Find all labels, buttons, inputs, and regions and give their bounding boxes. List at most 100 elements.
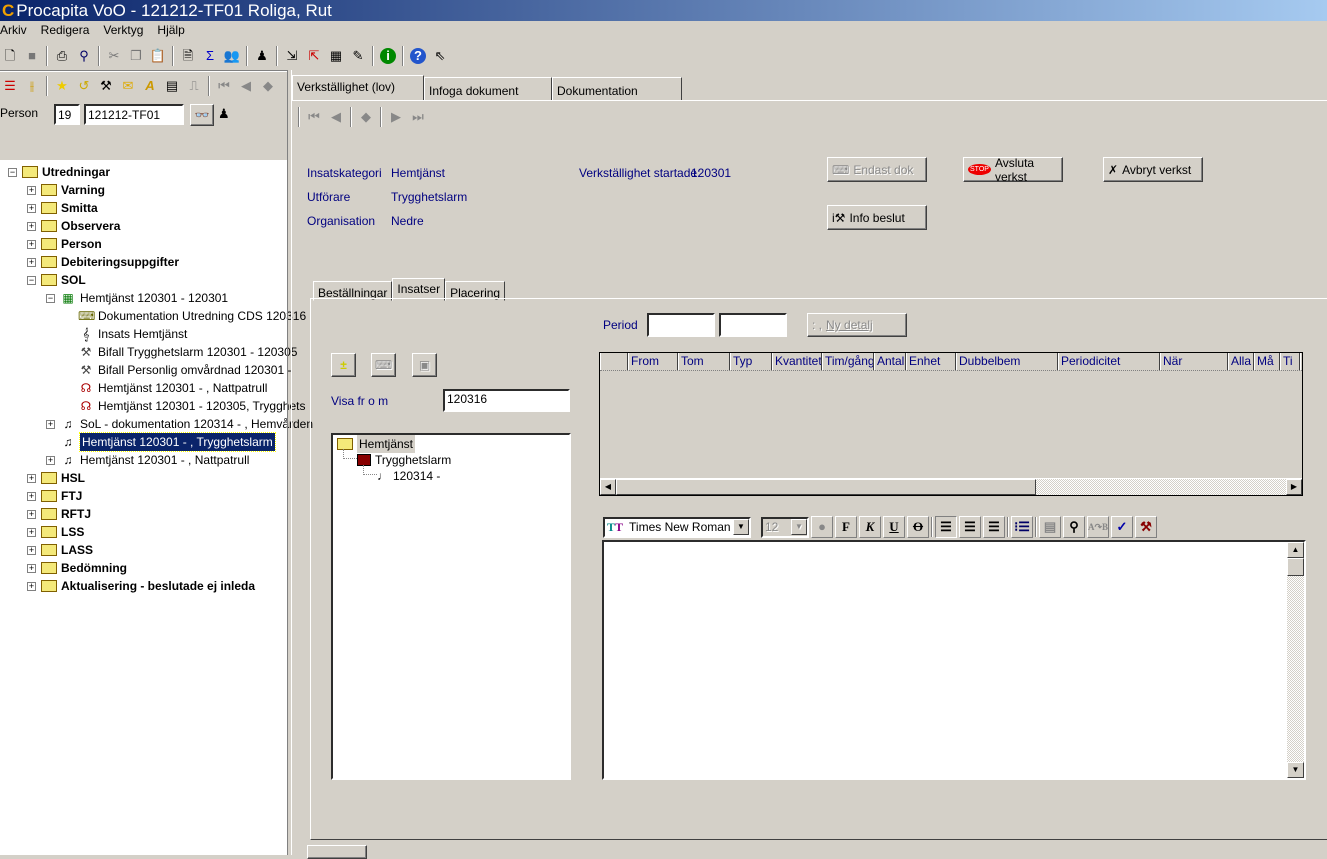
info-icon[interactable]: i: [380, 48, 396, 64]
column-header[interactable]: När: [1160, 353, 1228, 370]
expand-icon[interactable]: +: [27, 510, 36, 519]
document-icon[interactable]: 🗎: [180, 48, 196, 64]
first-record-icon[interactable]: ⏮: [306, 109, 322, 125]
navigation-tree[interactable]: − Utredningar + Varning + Smitta + Observera + Pe…: [0, 160, 313, 855]
star-icon[interactable]: ★: [54, 78, 70, 94]
scroll-thumb[interactable]: [616, 479, 1036, 495]
copy-icon[interactable]: ❐: [128, 48, 144, 64]
sum-icon[interactable]: Σ: [202, 48, 218, 64]
person-icon[interactable]: ♟: [254, 48, 270, 64]
tree-item[interactable]: ⌨ Dokumentation Utredning CDS 120316: [78, 307, 306, 325]
tree-item[interactable]: LSS: [41, 523, 84, 541]
tab-infoga-dokument[interactable]: Infoga dokument: [424, 77, 552, 101]
tools-button[interactable]: ⚒: [1135, 516, 1157, 538]
tree-item[interactable]: RFTJ: [41, 505, 91, 523]
tree-item[interactable]: Varning: [41, 181, 105, 199]
column-header[interactable]: Kvantitet: [772, 353, 822, 370]
visa-from-field[interactable]: 120316: [443, 389, 570, 412]
people-icon[interactable]: 👥: [224, 48, 240, 64]
chevron-down-icon[interactable]: ▼: [733, 519, 749, 535]
endast-dok-button[interactable]: ⌨ Endast dok: [827, 157, 927, 182]
tree-item[interactable]: HSL: [41, 469, 85, 487]
column-header[interactable]: Må: [1254, 353, 1280, 370]
menu-redigera[interactable]: Redigera: [41, 23, 90, 37]
ny-detalj-button[interactable]: : , Ny detalj: [807, 313, 907, 337]
expand-icon[interactable]: +: [27, 582, 36, 591]
scroll-thumb[interactable]: [1287, 558, 1304, 576]
undo-icon[interactable]: ↺: [76, 78, 92, 94]
tree-item[interactable]: ♫ Hemtjänst 120301 - , Trygghetslarm: [60, 432, 276, 452]
column-header[interactable]: From: [628, 353, 678, 370]
filter-icon[interactable]: ⫲: [24, 78, 40, 94]
tab-verkstallighet[interactable]: Verkställighet (lov): [292, 75, 424, 101]
collapse-icon[interactable]: −: [46, 294, 55, 303]
scroll-down-icon[interactable]: ▼: [1287, 762, 1304, 778]
collapse-icon[interactable]: −: [8, 168, 17, 177]
film-icon[interactable]: ▦: [328, 48, 344, 64]
export-icon[interactable]: ⇱: [306, 48, 322, 64]
gavel-icon[interactable]: ⚒: [98, 78, 114, 94]
period-from-field[interactable]: [647, 313, 715, 337]
tab-dokumentation[interactable]: Dokumentation: [552, 77, 682, 101]
person-number-field[interactable]: 19: [54, 104, 80, 125]
tree-item[interactable]: LASS: [41, 541, 93, 559]
tree-item[interactable]: ☊ Hemtjänst 120301 - , Nattpatrull: [78, 379, 268, 397]
font-size-select[interactable]: 12 ▼: [761, 516, 809, 538]
typewriter-button[interactable]: ⌨: [371, 353, 396, 377]
tree-item[interactable]: ☊ Hemtjänst 120301 - 120305, Trygghets: [78, 397, 306, 415]
column-header[interactable]: Tom: [678, 353, 730, 370]
strikethrough-button[interactable]: O: [907, 516, 929, 538]
column-header[interactable]: Alla: [1228, 353, 1254, 370]
tree-item[interactable]: Utredningar: [22, 163, 110, 181]
spellcheck-button[interactable]: ✓: [1111, 516, 1133, 538]
find-text-button[interactable]: ⚲: [1063, 516, 1085, 538]
add-insats-button[interactable]: ±: [331, 353, 356, 377]
prev-record-icon[interactable]: ◀: [328, 109, 344, 125]
align-left-button[interactable]: ☰: [935, 516, 957, 538]
tree-item[interactable]: FTJ: [41, 487, 82, 505]
tree-item[interactable]: ♫ Hemtjänst 120301 - , Nattpatrull: [60, 451, 250, 469]
whats-this-icon[interactable]: ⇖: [432, 48, 448, 64]
new-icon[interactable]: 🗋: [2, 48, 18, 64]
info-beslut-button[interactable]: i⚒ Info beslut: [827, 205, 927, 230]
expand-icon[interactable]: +: [27, 564, 36, 573]
column-header[interactable]: On: [1300, 353, 1302, 370]
last-record-icon[interactable]: ⏭: [410, 109, 426, 125]
print-icon[interactable]: ⎙: [54, 48, 70, 64]
period-to-field[interactable]: [719, 313, 787, 337]
font-a-icon[interactable]: A: [142, 78, 158, 94]
tree-item[interactable]: ♫ SoL - dokumentation 120314 - , Hemvårde…: [60, 415, 314, 433]
column-header[interactable]: [600, 353, 628, 370]
replace-button[interactable]: A↷B: [1087, 516, 1109, 538]
first-icon[interactable]: ⏮: [216, 78, 232, 94]
scroll-left-icon[interactable]: ◀: [600, 479, 616, 495]
column-header[interactable]: Ti: [1280, 353, 1300, 370]
tree-item[interactable]: ⚒ Bifall Trygghetslarm 120301 - 120305: [78, 343, 298, 361]
align-center-button[interactable]: ☰: [959, 516, 981, 538]
expand-icon[interactable]: +: [27, 258, 36, 267]
italic-button[interactable]: K: [859, 516, 881, 538]
tree-item[interactable]: Smitta: [41, 199, 98, 217]
pen-icon[interactable]: ✎: [350, 48, 366, 64]
tree-item[interactable]: 𝄞 Insats Hemtjänst: [78, 325, 187, 343]
bottom-button[interactable]: [307, 845, 367, 859]
horizontal-scrollbar[interactable]: ◀ ▶: [600, 478, 1302, 495]
avbryt-verkst-button[interactable]: ✗ Avbryt verkst: [1103, 157, 1203, 182]
insats-tree[interactable]: Hemtjänst Trygghetslarm ♩ 120314 -: [331, 433, 571, 780]
expand-icon[interactable]: +: [27, 492, 36, 501]
document-button[interactable]: ▣: [412, 353, 437, 377]
align-right-button[interactable]: ☰: [983, 516, 1005, 538]
tree-list-icon[interactable]: ☰: [2, 78, 18, 94]
tree-item[interactable]: Bedömning: [41, 559, 127, 577]
scroll-up-icon[interactable]: ▲: [1287, 542, 1304, 558]
diamond-icon[interactable]: ◆: [260, 78, 276, 94]
insats-grid[interactable]: From Tom Typ Kvantitet Tim/gång Antal Enhet Dub…: [599, 352, 1303, 496]
vertical-scrollbar[interactable]: ▲ ▼: [1287, 542, 1304, 778]
cut-icon[interactable]: ✂: [106, 48, 122, 64]
note-icon[interactable]: ▤: [164, 78, 180, 94]
column-header[interactable]: Dubbelbem: [956, 353, 1058, 370]
tree-item[interactable]: Debiteringsuppgifter: [41, 253, 179, 271]
person-id-field[interactable]: 121212-TF01: [84, 104, 184, 125]
text-editor[interactable]: ▲ ▼: [602, 540, 1306, 780]
expand-icon[interactable]: +: [27, 528, 36, 537]
